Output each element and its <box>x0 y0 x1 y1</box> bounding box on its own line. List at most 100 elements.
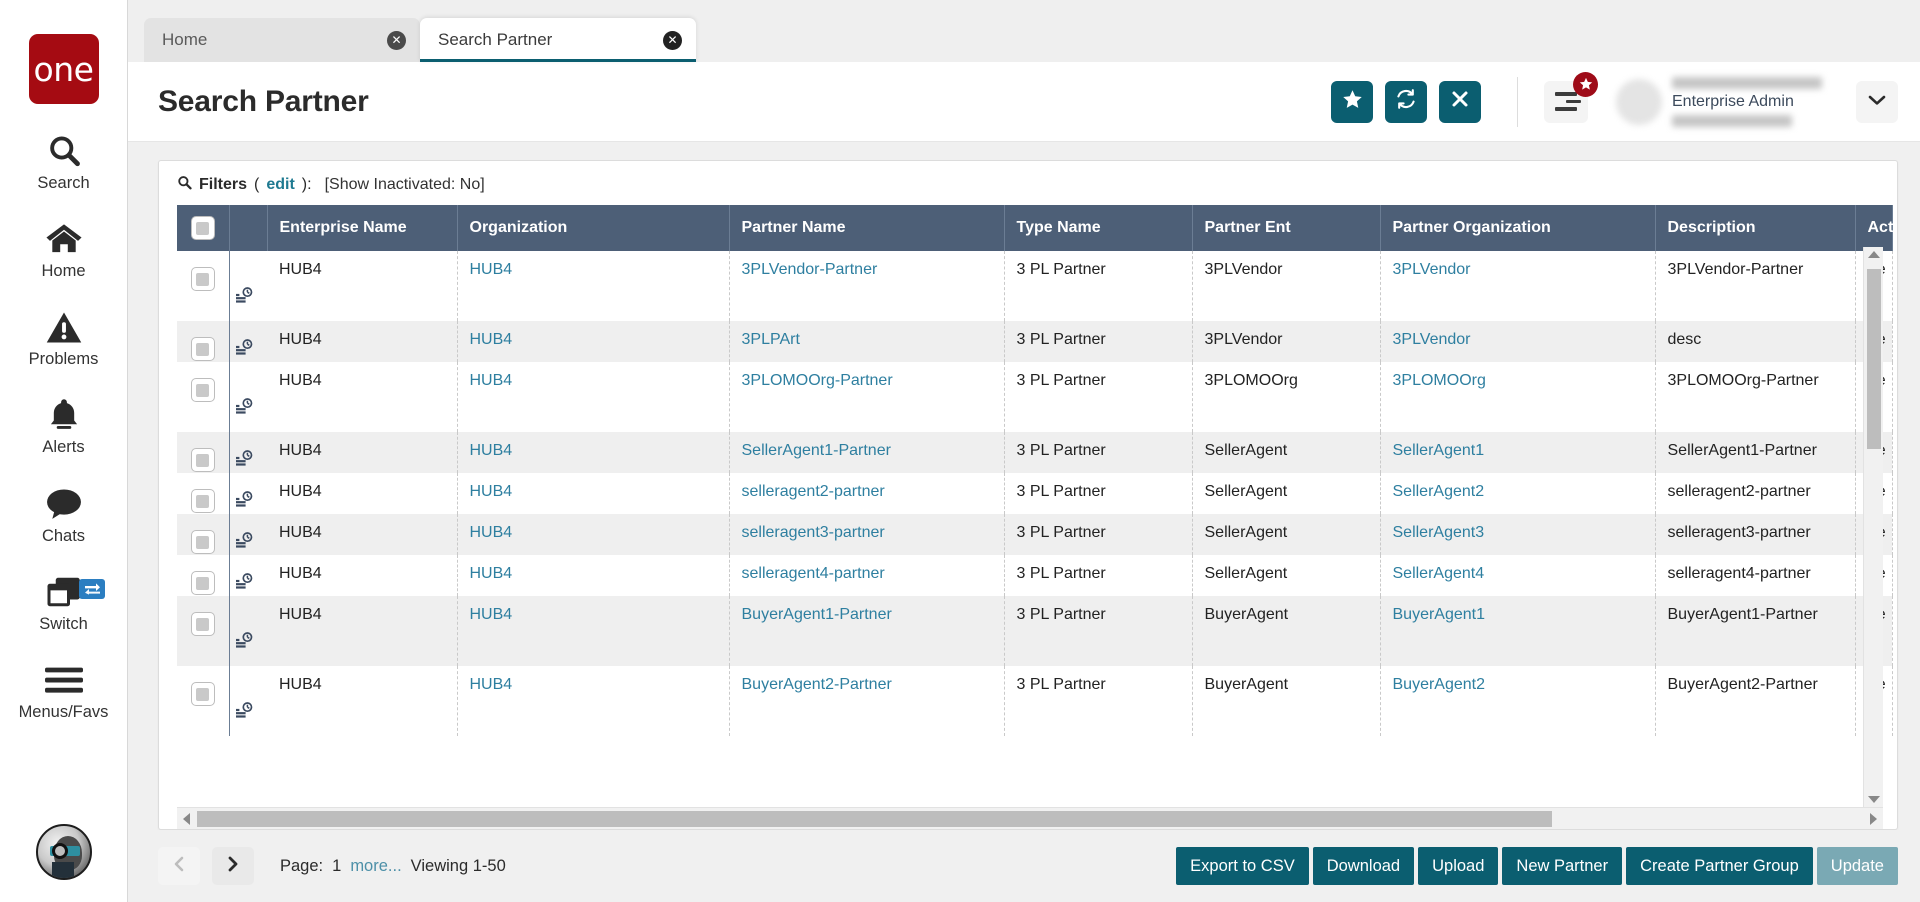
cell-partner-name[interactable]: 3PLOMOOrg-Partner <box>729 362 1004 432</box>
cell-partner-organization[interactable]: BuyerAgent2 <box>1380 666 1655 736</box>
column-header-active[interactable]: Activ <box>1855 205 1892 251</box>
audit-history-icon[interactable] <box>235 450 253 473</box>
audit-history-icon[interactable] <box>235 398 253 421</box>
close-circle-icon[interactable]: ✕ <box>663 31 682 50</box>
cell-organization[interactable]: HUB4 <box>457 514 729 555</box>
row-checkbox[interactable] <box>191 571 215 595</box>
vertical-scroll-thumb[interactable] <box>1867 269 1881 449</box>
user-menu-toggle[interactable] <box>1856 81 1898 123</box>
page-number[interactable]: 1 <box>332 857 341 876</box>
more-pages-link[interactable]: more... <box>350 857 401 876</box>
export-to-csv-button[interactable]: Export to CSV <box>1176 847 1309 885</box>
sidebar-item-alerts[interactable]: Alerts <box>0 394 127 456</box>
scroll-right-arrow-icon[interactable] <box>1870 813 1877 825</box>
audit-history-icon[interactable] <box>235 573 253 596</box>
row-checkbox[interactable] <box>191 489 215 513</box>
cell-organization[interactable]: HUB4 <box>457 555 729 596</box>
audit-history-icon[interactable] <box>235 287 253 310</box>
scroll-left-arrow-icon[interactable] <box>183 813 190 825</box>
scroll-up-arrow-icon[interactable] <box>1868 251 1880 258</box>
row-checkbox[interactable] <box>191 448 215 472</box>
sidebar-item-chats[interactable]: Chats <box>0 483 127 545</box>
close-button[interactable] <box>1439 81 1481 123</box>
column-header-partner-organization[interactable]: Partner Organization <box>1380 205 1655 251</box>
row-checkbox[interactable] <box>191 530 215 554</box>
cell-organization[interactable]: HUB4 <box>457 251 729 321</box>
audit-history-icon[interactable] <box>235 632 253 655</box>
cell-organization[interactable]: HUB4 <box>457 432 729 473</box>
menu-button[interactable] <box>1544 81 1588 123</box>
row-checkbox[interactable] <box>191 682 215 706</box>
user-profile[interactable]: Enterprise Admin <box>1616 77 1822 127</box>
table-row[interactable]: HUB4HUB4SellerAgent1-Partner3 PL Partner… <box>177 432 1892 473</box>
cell-organization[interactable]: HUB4 <box>457 596 729 666</box>
app-logo[interactable]: one <box>29 34 99 104</box>
select-all-checkbox[interactable] <box>191 216 215 240</box>
column-header-type-name[interactable]: Type Name <box>1004 205 1192 251</box>
tab-home[interactable]: Home ✕ <box>144 18 420 62</box>
cell-partner-name[interactable]: selleragent2-partner <box>729 473 1004 514</box>
close-circle-icon[interactable]: ✕ <box>387 31 406 50</box>
column-header-organization[interactable]: Organization <box>457 205 729 251</box>
sidebar-item-menus-favs[interactable]: Menus/Favs <box>0 659 127 721</box>
table-row[interactable]: HUB4HUB4selleragent2-partner3 PL Partner… <box>177 473 1892 514</box>
row-checkbox[interactable] <box>191 378 215 402</box>
cell-partner-name[interactable]: 3PLPArt <box>729 321 1004 362</box>
update-button[interactable]: Update <box>1817 847 1898 885</box>
new-partner-button[interactable]: New Partner <box>1502 847 1622 885</box>
cell-partner-name[interactable]: SellerAgent1-Partner <box>729 432 1004 473</box>
cell-organization[interactable]: HUB4 <box>457 666 729 736</box>
sidebar-item-switch[interactable]: Switch <box>0 571 127 633</box>
cell-partner-organization[interactable]: BuyerAgent1 <box>1380 596 1655 666</box>
swap-arrows-icon[interactable] <box>79 579 105 599</box>
vertical-scrollbar[interactable] <box>1863 247 1883 807</box>
column-header-enterprise-name[interactable]: Enterprise Name <box>267 205 457 251</box>
column-header-description[interactable]: Description <box>1655 205 1855 251</box>
cell-partner-name[interactable]: selleragent3-partner <box>729 514 1004 555</box>
filters-edit-link[interactable]: edit <box>266 176 294 194</box>
sidebar-item-search[interactable]: Search <box>0 130 127 192</box>
tab-search-partner[interactable]: Search Partner ✕ <box>420 18 696 62</box>
column-header-partner-ent[interactable]: Partner Ent <box>1192 205 1380 251</box>
sidebar-item-home[interactable]: Home <box>0 218 127 280</box>
audit-history-icon[interactable] <box>235 491 253 514</box>
download-button[interactable]: Download <box>1313 847 1414 885</box>
ai-assistant-avatar[interactable] <box>36 824 92 880</box>
cell-partner-organization[interactable]: SellerAgent1 <box>1380 432 1655 473</box>
cell-partner-organization[interactable]: 3PLVendor <box>1380 321 1655 362</box>
audit-history-icon[interactable] <box>235 702 253 725</box>
cell-partner-name[interactable]: selleragent4-partner <box>729 555 1004 596</box>
favorite-button[interactable] <box>1331 81 1373 123</box>
previous-page-button[interactable] <box>158 847 200 885</box>
cell-partner-name[interactable]: BuyerAgent2-Partner <box>729 666 1004 736</box>
table-row[interactable]: HUB4HUB43PLVendor-Partner3 PL Partner3PL… <box>177 251 1892 321</box>
cell-partner-organization[interactable]: SellerAgent2 <box>1380 473 1655 514</box>
row-checkbox[interactable] <box>191 612 215 636</box>
sidebar-item-problems[interactable]: Problems <box>0 306 127 368</box>
cell-partner-organization[interactable]: 3PLOMOOrg <box>1380 362 1655 432</box>
create-partner-group-button[interactable]: Create Partner Group <box>1626 847 1813 885</box>
table-row[interactable]: HUB4HUB43PLOMOOrg-Partner3 PL Partner3PL… <box>177 362 1892 432</box>
cell-partner-name[interactable]: BuyerAgent1-Partner <box>729 596 1004 666</box>
row-checkbox[interactable] <box>191 267 215 291</box>
cell-partner-organization[interactable]: SellerAgent3 <box>1380 514 1655 555</box>
table-row[interactable]: HUB4HUB4BuyerAgent2-Partner3 PL PartnerB… <box>177 666 1892 736</box>
table-row[interactable]: HUB4HUB43PLPArt3 PL Partner3PLVendor3PLV… <box>177 321 1892 362</box>
table-row[interactable]: HUB4HUB4selleragent4-partner3 PL Partner… <box>177 555 1892 596</box>
cell-organization[interactable]: HUB4 <box>457 321 729 362</box>
cell-partner-name[interactable]: 3PLVendor-Partner <box>729 251 1004 321</box>
horizontal-scrollbar[interactable] <box>177 807 1883 829</box>
table-row[interactable]: HUB4HUB4BuyerAgent1-Partner3 PL PartnerB… <box>177 596 1892 666</box>
refresh-button[interactable] <box>1385 81 1427 123</box>
audit-history-icon[interactable] <box>235 339 253 362</box>
scroll-down-arrow-icon[interactable] <box>1868 796 1880 803</box>
horizontal-scroll-thumb[interactable] <box>197 811 1552 827</box>
cell-organization[interactable]: HUB4 <box>457 473 729 514</box>
row-checkbox[interactable] <box>191 337 215 361</box>
cell-partner-organization[interactable]: SellerAgent4 <box>1380 555 1655 596</box>
column-header-partner-name[interactable]: Partner Name <box>729 205 1004 251</box>
table-row[interactable]: HUB4HUB4selleragent3-partner3 PL Partner… <box>177 514 1892 555</box>
audit-history-icon[interactable] <box>235 532 253 555</box>
cell-partner-organization[interactable]: 3PLVendor <box>1380 251 1655 321</box>
next-page-button[interactable] <box>212 847 254 885</box>
